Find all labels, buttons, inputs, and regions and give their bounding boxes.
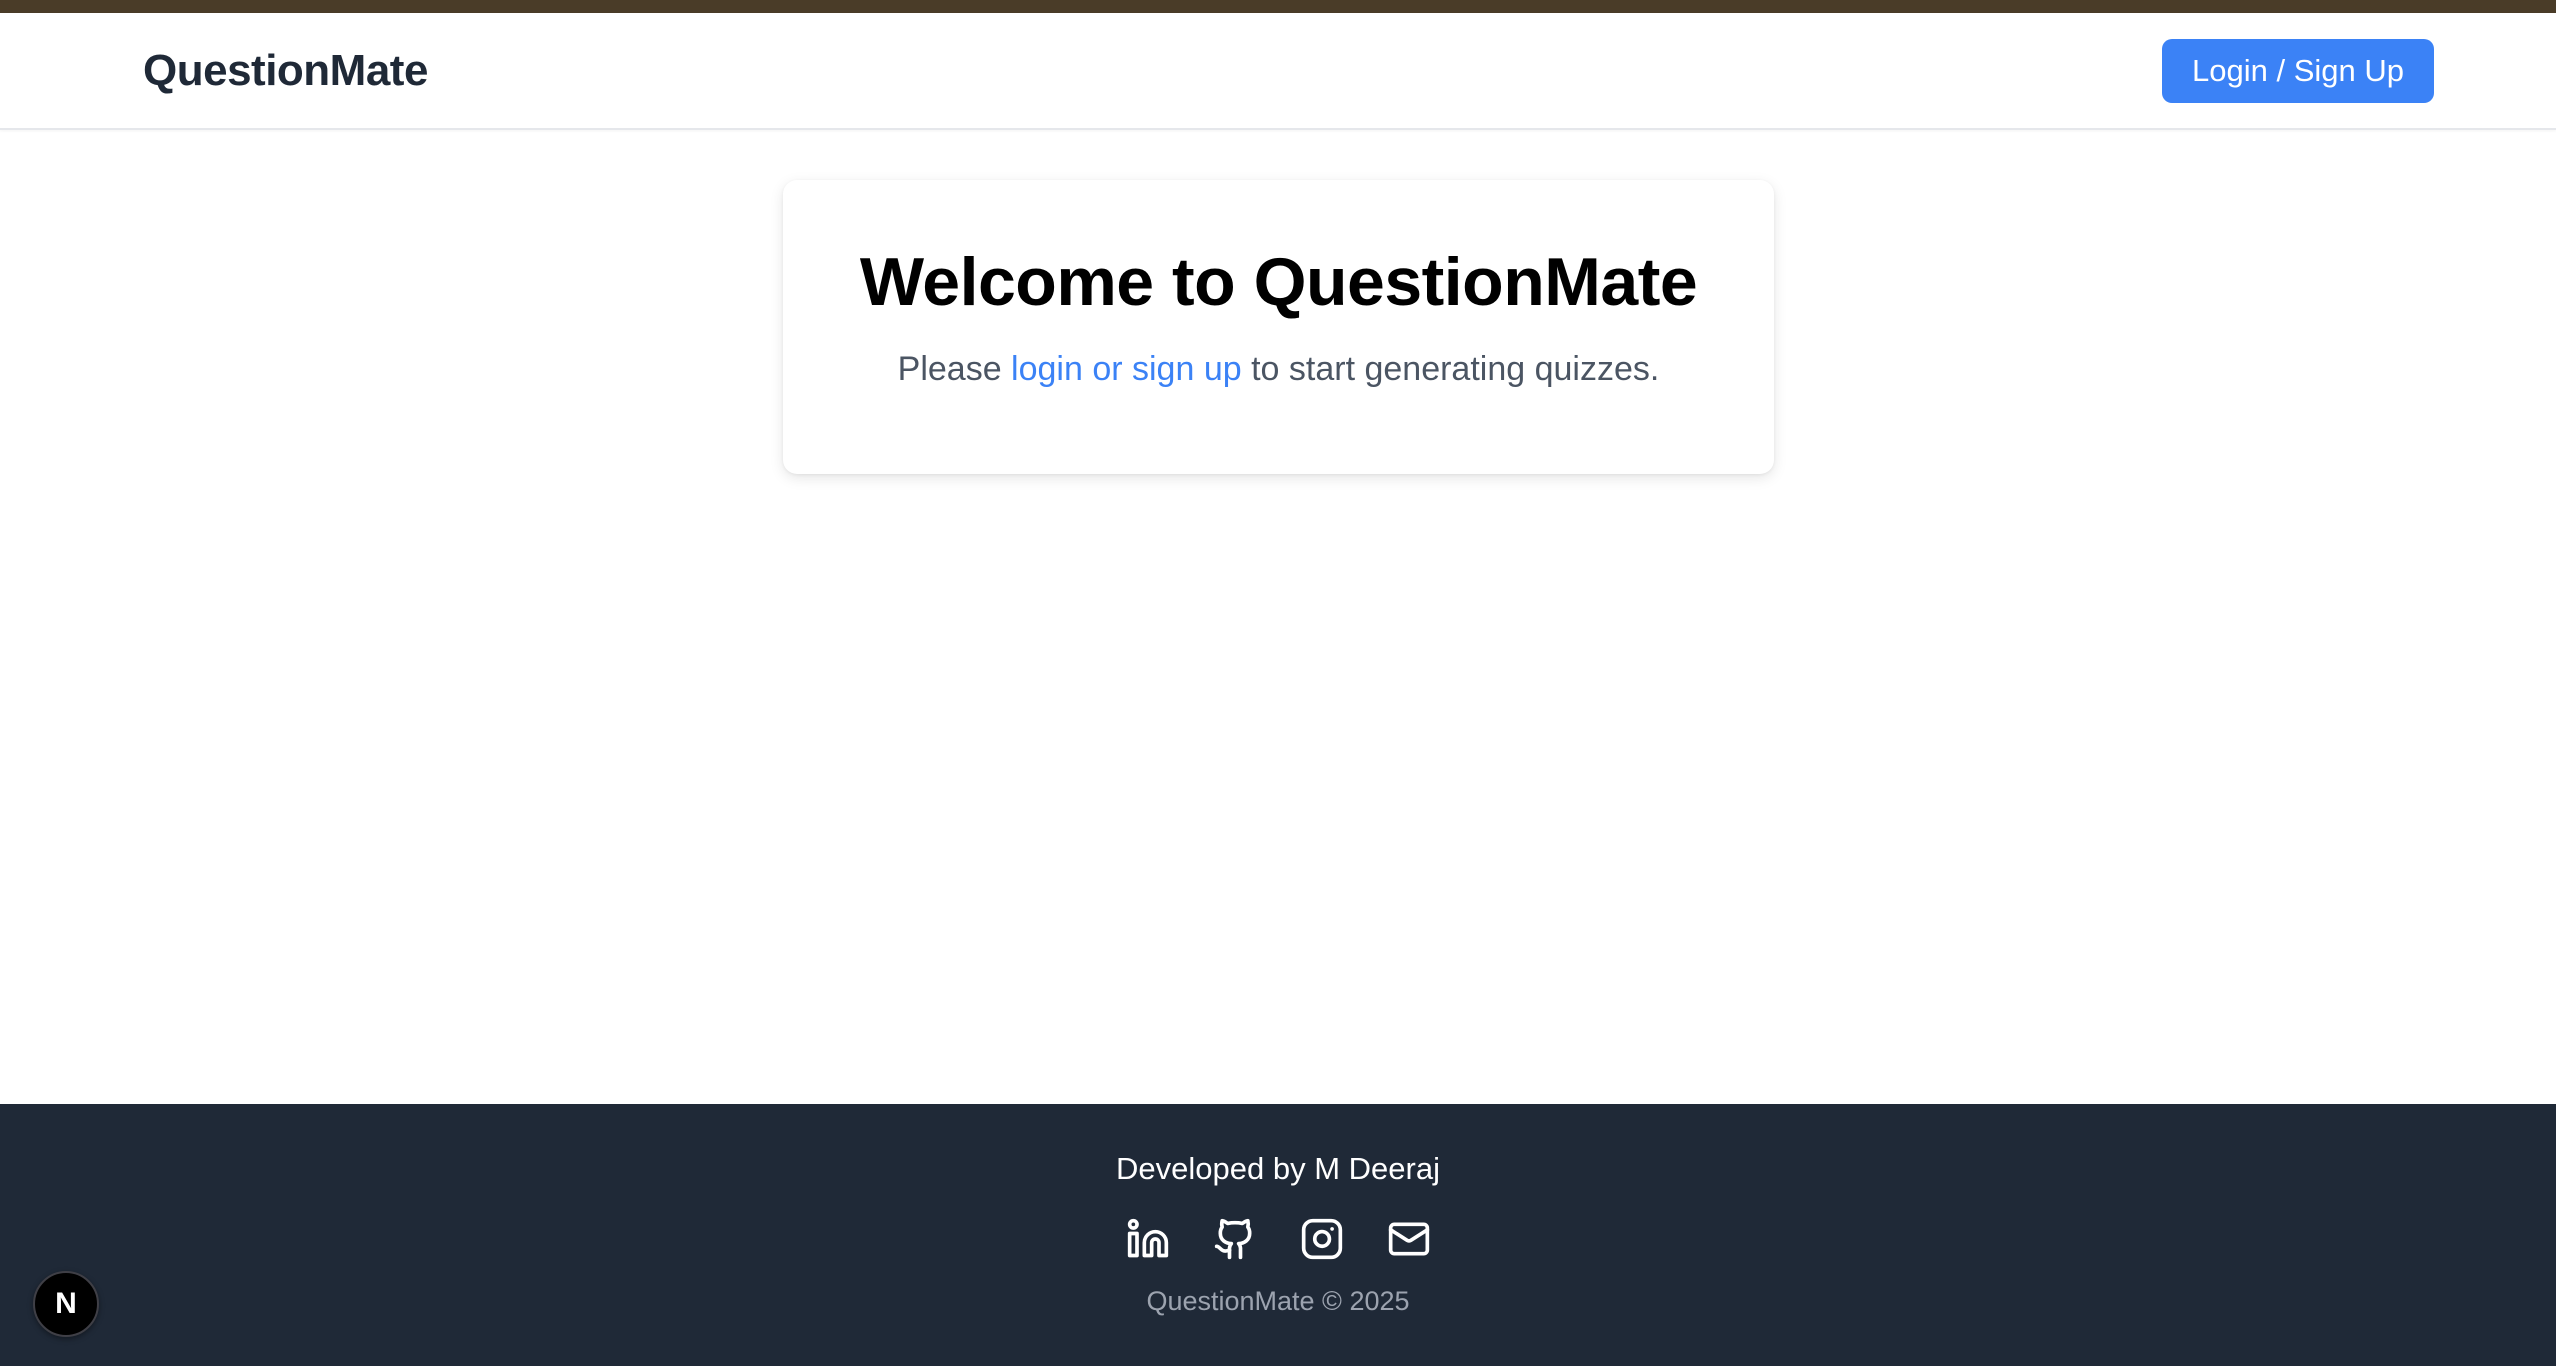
login-signup-button[interactable]: Login / Sign Up — [2162, 38, 2434, 103]
nextjs-logo-icon: N — [55, 1287, 77, 1320]
instagram-icon[interactable] — [1300, 1217, 1344, 1261]
footer-credit: Developed by M Deeraj — [1116, 1151, 1440, 1186]
mail-icon[interactable] — [1387, 1217, 1431, 1261]
welcome-title: Welcome to QuestionMate — [859, 244, 1698, 320]
app-root: QuestionMate Login / Sign Up Welcome to … — [0, 0, 2556, 1366]
welcome-text-after: to start generating quizzes. — [1241, 349, 1660, 388]
welcome-text-before: Please — [897, 349, 1012, 388]
footer: Developed by M Deeraj QuestionMate © 202… — [0, 1104, 2556, 1366]
linkedin-icon[interactable] — [1126, 1217, 1170, 1261]
social-links — [0, 1217, 2556, 1261]
github-icon[interactable] — [1213, 1217, 1257, 1261]
footer-copyright: QuestionMate © 2025 — [1146, 1286, 1410, 1316]
browser-top-strip — [0, 0, 2556, 13]
welcome-message: Please login or sign up to start generat… — [783, 350, 1774, 389]
navbar: QuestionMate Login / Sign Up — [0, 13, 2556, 130]
login-signup-link[interactable]: login or sign up — [1011, 350, 1242, 388]
brand-logo-text[interactable]: QuestionMate — [143, 46, 428, 96]
main-content: Welcome to QuestionMate Please login or … — [0, 130, 2556, 1104]
nextjs-dev-indicator-button[interactable]: N — [33, 1271, 99, 1337]
welcome-card: Welcome to QuestionMate Please login or … — [783, 180, 1774, 474]
